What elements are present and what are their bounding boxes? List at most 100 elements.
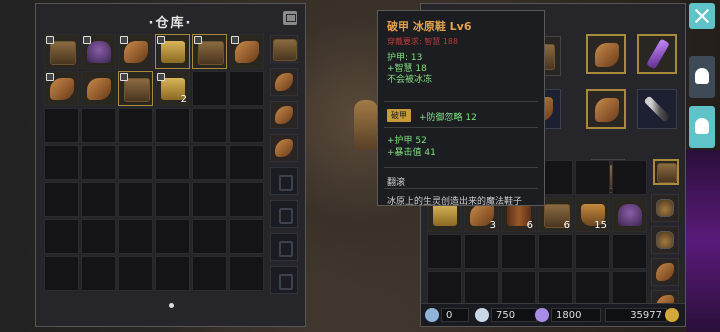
bag-slot[interactable]: 15 xyxy=(575,197,610,232)
equip-slot-amulet[interactable] xyxy=(586,89,626,129)
warehouse-slot[interactable] xyxy=(81,145,116,180)
warehouse-slot[interactable] xyxy=(118,182,153,217)
shield-icon xyxy=(695,118,709,134)
divider xyxy=(384,101,538,102)
side-slot[interactable] xyxy=(270,200,298,228)
warehouse-slot[interactable] xyxy=(229,145,264,180)
warehouse-slot[interactable] xyxy=(44,256,79,291)
warehouse-slot[interactable]: 2 xyxy=(155,71,190,106)
bag-slot[interactable] xyxy=(575,160,610,195)
warehouse-slot[interactable] xyxy=(118,108,153,143)
warehouse-slot[interactable] xyxy=(192,108,227,143)
bag-slot[interactable] xyxy=(612,160,647,195)
bag-slot[interactable] xyxy=(538,271,573,306)
warehouse-slot[interactable] xyxy=(155,182,190,217)
warehouse-slot[interactable] xyxy=(44,71,79,106)
close-button[interactable] xyxy=(689,3,715,29)
item-base-stats: 护甲: 13 +智慧 18 不会被冰冻 xyxy=(387,53,432,86)
warehouse-slot[interactable] xyxy=(81,219,116,254)
warehouse-slot[interactable] xyxy=(81,108,116,143)
bag-slot[interactable] xyxy=(501,271,536,306)
warehouse-slot[interactable] xyxy=(229,256,264,291)
stat-line: 不会被冰冻 xyxy=(387,75,433,85)
locked-slot-icon xyxy=(279,208,293,224)
warehouse-grid: 2 xyxy=(44,34,264,291)
item-description: 冰原上的生灵创造出来的魔法鞋子 xyxy=(387,197,523,207)
side-slot[interactable] xyxy=(270,266,298,294)
side-slot[interactable] xyxy=(651,258,679,286)
tab-equipment[interactable] xyxy=(689,56,715,98)
bag-slot[interactable] xyxy=(612,197,647,232)
chest-icon xyxy=(50,41,76,65)
currency-value-1: 0 xyxy=(441,308,469,322)
warehouse-side-column xyxy=(270,35,298,294)
warehouse-slot[interactable] xyxy=(44,108,79,143)
warehouse-slot[interactable] xyxy=(229,219,264,254)
lock-icon xyxy=(120,36,128,44)
bag-slot[interactable] xyxy=(612,234,647,269)
side-slot[interactable] xyxy=(651,226,679,254)
bag-slot[interactable] xyxy=(575,234,610,269)
bag-slot[interactable] xyxy=(427,234,462,269)
bag-slot[interactable] xyxy=(538,234,573,269)
warehouse-slot[interactable] xyxy=(155,34,190,69)
warehouse-slot[interactable] xyxy=(229,71,264,106)
warehouse-slot[interactable] xyxy=(118,71,153,106)
warehouse-slot[interactable] xyxy=(192,145,227,180)
tab-inventory[interactable] xyxy=(689,106,715,148)
bag-slot[interactable] xyxy=(464,234,499,269)
warehouse-slot[interactable] xyxy=(229,34,264,69)
side-slot[interactable] xyxy=(270,167,298,195)
warehouse-slot[interactable] xyxy=(81,256,116,291)
chest-icon xyxy=(657,163,677,183)
bag-slot[interactable] xyxy=(501,234,536,269)
warehouse-slot[interactable] xyxy=(155,108,190,143)
divider xyxy=(384,127,538,128)
warehouse-slot[interactable] xyxy=(118,145,153,180)
bag-slot[interactable] xyxy=(427,271,462,306)
equip-slot-ring[interactable] xyxy=(586,34,626,74)
side-slot[interactable] xyxy=(270,233,298,261)
lock-icon xyxy=(46,36,54,44)
sort-icon[interactable] xyxy=(283,11,297,25)
warehouse-slot[interactable] xyxy=(229,182,264,217)
warehouse-slot[interactable] xyxy=(81,182,116,217)
warehouse-slot[interactable] xyxy=(118,34,153,69)
side-slot[interactable] xyxy=(270,68,298,96)
blade-icon xyxy=(646,38,670,70)
warehouse-slot[interactable] xyxy=(44,219,79,254)
side-slot[interactable] xyxy=(270,35,298,63)
warehouse-slot[interactable] xyxy=(192,34,227,69)
bag-side-chest[interactable] xyxy=(653,159,679,185)
warehouse-slot[interactable] xyxy=(192,256,227,291)
bag-slot[interactable] xyxy=(464,271,499,306)
equip-slot-offhand[interactable] xyxy=(637,89,677,129)
warehouse-slot[interactable] xyxy=(192,71,227,106)
warehouse-slot[interactable] xyxy=(155,256,190,291)
warehouse-slot[interactable] xyxy=(81,34,116,69)
warehouse-slot[interactable] xyxy=(118,219,153,254)
divider xyxy=(384,167,538,168)
warehouse-slot[interactable] xyxy=(44,145,79,180)
bag-slot[interactable] xyxy=(575,271,610,306)
warehouse-slot[interactable] xyxy=(192,182,227,217)
warehouse-slot[interactable] xyxy=(81,71,116,106)
bag-slot[interactable] xyxy=(612,271,647,306)
warehouse-slot[interactable] xyxy=(118,256,153,291)
warehouse-slot[interactable] xyxy=(192,219,227,254)
side-slot[interactable] xyxy=(270,134,298,162)
boots-icon xyxy=(50,78,74,100)
warehouse-slot[interactable] xyxy=(44,182,79,217)
side-slot[interactable] xyxy=(651,194,679,222)
crystal-icon xyxy=(475,308,489,322)
warehouse-slot[interactable] xyxy=(44,34,79,69)
currency-value-2: 750 xyxy=(491,308,537,322)
warehouse-slot[interactable] xyxy=(155,145,190,180)
side-slot[interactable] xyxy=(270,101,298,129)
warehouse-slot[interactable] xyxy=(155,219,190,254)
equip-slot-weapon[interactable] xyxy=(637,34,677,74)
chest-icon xyxy=(273,39,297,61)
item-tooltip: 破甲 冰原鞋 Lv6 穿戴要求: 智慧 188 护甲: 13 +智慧 18 不会… xyxy=(377,10,545,207)
item-count: 2 xyxy=(180,94,187,105)
warehouse-slot[interactable] xyxy=(229,108,264,143)
